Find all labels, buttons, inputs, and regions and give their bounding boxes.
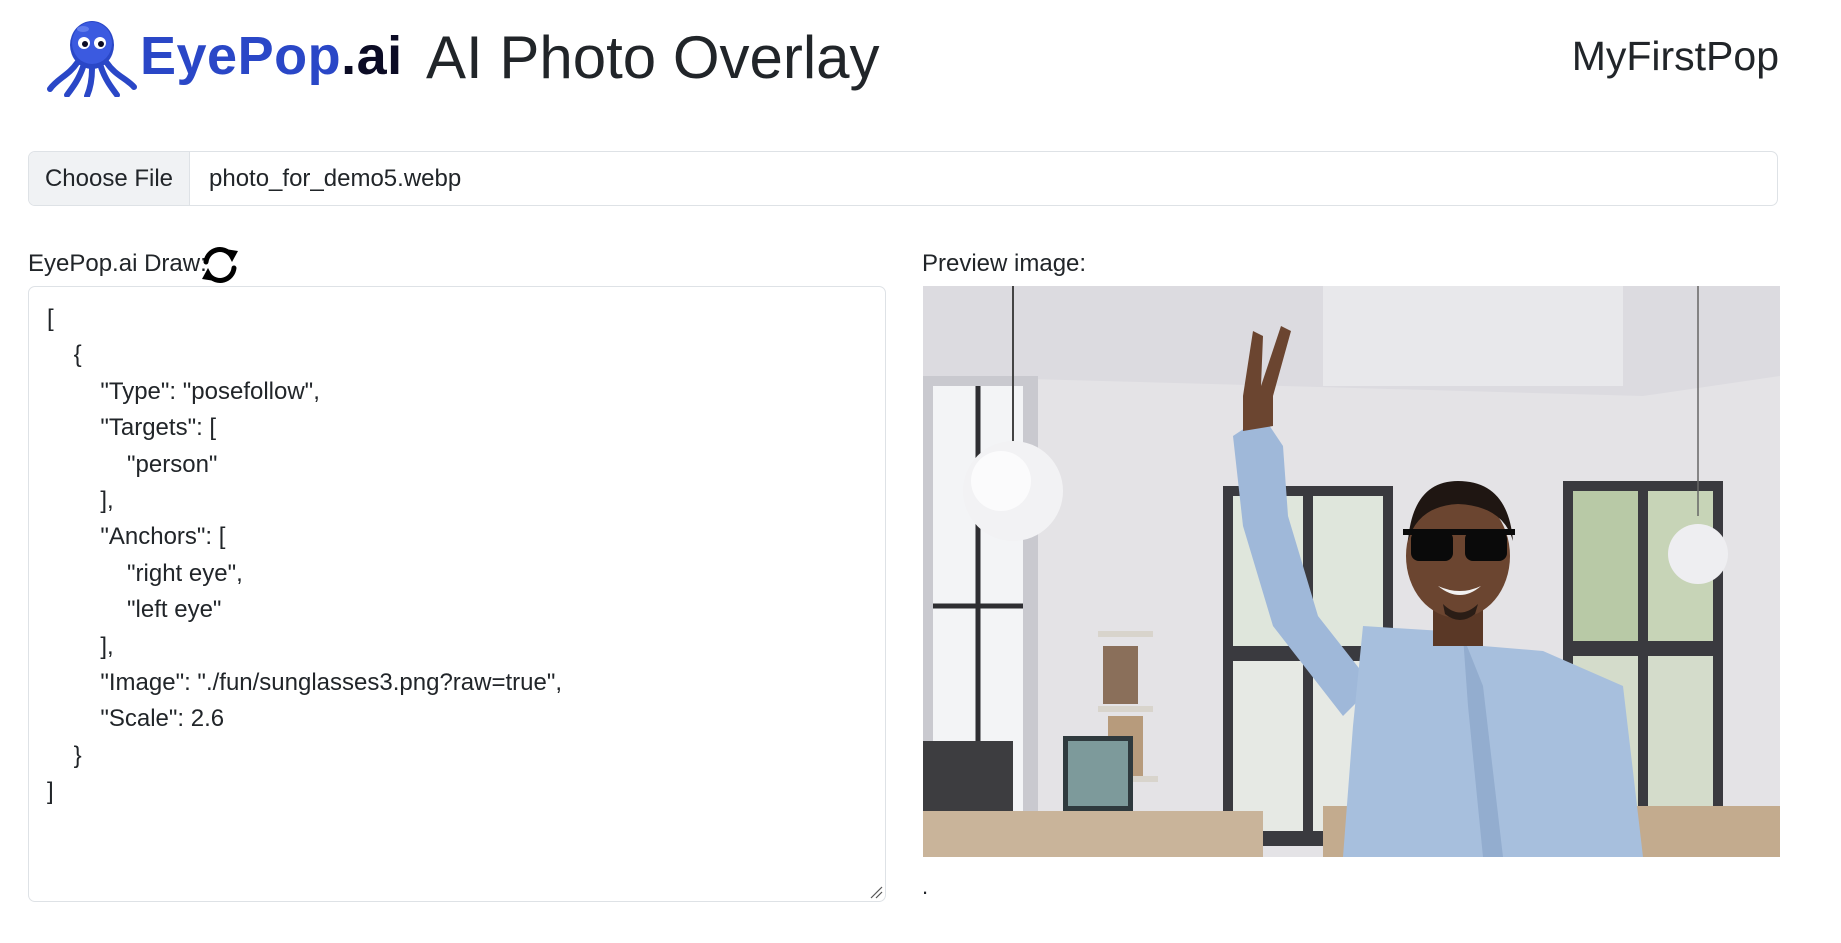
preview-image (923, 286, 1780, 857)
brand-logo-text: EyePop.ai (140, 20, 403, 92)
draw-json-content[interactable]: [ { "Type": "posefollow", "Targets": [ "… (47, 301, 562, 811)
app-name: MyFirstPop (1571, 33, 1779, 79)
octopus-logo-icon (47, 17, 137, 99)
file-input[interactable]: Choose File photo_for_demo5.webp (28, 151, 1778, 206)
preview-label: Preview image: (922, 250, 1087, 277)
preview-caption: . (922, 874, 929, 899)
draw-label: EyePop.ai Draw: (28, 250, 207, 277)
resize-handle-icon[interactable] (869, 885, 883, 899)
selected-file-name: photo_for_demo5.webp (209, 164, 462, 192)
refresh-icon[interactable] (198, 245, 242, 285)
choose-file-button[interactable]: Choose File (29, 152, 190, 205)
draw-json-editor[interactable]: [ { "Type": "posefollow", "Targets": [ "… (28, 286, 886, 902)
app-root: EyePop.ai AI Photo Overlay MyFirstPop Ch… (0, 0, 1841, 943)
page-title: AI Photo Overlay (426, 24, 880, 91)
brand-tld: .ai (341, 26, 403, 86)
brand-name: EyePop (140, 26, 342, 86)
